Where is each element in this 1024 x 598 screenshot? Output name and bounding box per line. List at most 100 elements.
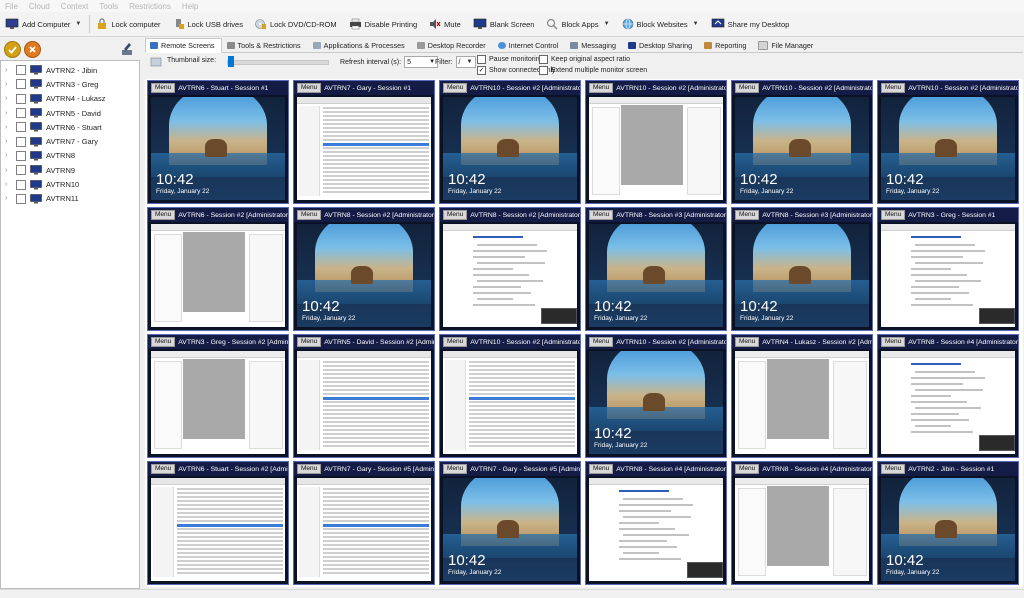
session-menu-button[interactable]: Menu xyxy=(443,337,468,347)
session-screen[interactable] xyxy=(151,478,285,581)
expand-icon[interactable]: › xyxy=(5,81,13,88)
computer-checkbox[interactable] xyxy=(16,193,26,204)
session-menu-button[interactable]: Menu xyxy=(881,337,906,347)
session-menu-button[interactable]: Menu xyxy=(881,464,906,474)
menu-cloud[interactable]: Cloud xyxy=(24,2,56,11)
extend-monitor-option[interactable]: Extend multiple monitor screen xyxy=(539,66,647,75)
session-screen[interactable] xyxy=(297,478,431,581)
session-menu-button[interactable]: Menu xyxy=(151,210,176,220)
session-menu-button[interactable]: Menu xyxy=(443,464,468,474)
tree-item-avtrn4[interactable]: › AVTRN4 - Lukasz xyxy=(1,92,139,106)
tree-item-avtrn11[interactable]: › AVTRN11 xyxy=(1,192,139,206)
session-menu-button[interactable]: Menu xyxy=(735,337,760,347)
computer-checkbox[interactable] xyxy=(16,93,26,104)
tab-desktop-recorder[interactable]: Desktop Recorder xyxy=(412,38,493,53)
session-thumbnail[interactable]: Menu AVTRN7 - Gary - Session #1 xyxy=(293,80,435,204)
session-thumbnail[interactable]: Menu AVTRN8 - Session #2 [Administrator] … xyxy=(439,207,581,331)
session-thumbnail[interactable]: Menu AVTRN8 - Session #4 [Administrator] … xyxy=(877,334,1019,458)
group-settings-icon[interactable] xyxy=(120,41,134,58)
session-thumbnail[interactable]: Menu AVTRN10 - Session #2 [Administrator]… xyxy=(877,80,1019,204)
menu-tools[interactable]: Tools xyxy=(94,2,124,11)
disable-printing-button[interactable]: Disable Printing xyxy=(344,13,425,35)
session-menu-button[interactable]: Menu xyxy=(151,83,176,93)
expand-icon[interactable]: › xyxy=(5,110,13,117)
tree-item-avtrn10[interactable]: › AVTRN10 xyxy=(1,177,139,191)
session-thumbnail[interactable]: Menu AVTRN10 - Session #2 [Administrator]… xyxy=(585,334,727,458)
menu-file[interactable]: File xyxy=(0,2,24,11)
expand-icon[interactable]: › xyxy=(5,195,13,202)
expand-icon[interactable]: › xyxy=(5,138,13,145)
expand-icon[interactable]: › xyxy=(5,95,13,102)
session-thumbnail[interactable]: Menu AVTRN10 - Session #2 [Administrator]… xyxy=(439,80,581,204)
session-menu-button[interactable]: Menu xyxy=(735,210,760,220)
session-menu-button[interactable]: Menu xyxy=(735,464,760,474)
mute-button[interactable]: Mute xyxy=(424,13,468,35)
keep-aspect-option[interactable]: Keep original aspect ratio xyxy=(539,55,630,64)
share-desktop-button[interactable]: Share my Desktop xyxy=(706,13,797,35)
computer-checkbox[interactable] xyxy=(16,122,26,133)
expand-icon[interactable]: › xyxy=(5,167,13,174)
session-thumbnail[interactable]: MenuAVTRN7 - Gary - Session #5 [Administ… xyxy=(439,461,581,585)
tab-internet-control[interactable]: Internet Control xyxy=(493,38,566,53)
session-thumbnail[interactable]: Menu AVTRN6 - Stuart - Session #2 [Admini… xyxy=(147,461,289,585)
session-menu-button[interactable]: Menu xyxy=(589,337,614,347)
session-screen[interactable] xyxy=(297,97,431,200)
session-thumbnail[interactable]: Menu AVTRN3 - Greg - Session #1 xyxy=(877,207,1019,331)
extend-monitor-checkbox[interactable] xyxy=(539,66,548,75)
session-menu-button[interactable]: Menu xyxy=(589,83,614,93)
keep-aspect-checkbox[interactable] xyxy=(539,55,548,64)
session-thumbnail[interactable]: Menu AVTRN8 - Session #4 [Administrator] … xyxy=(585,461,727,585)
block-websites-button[interactable]: Block Websites ▼ xyxy=(617,13,706,35)
tree-item-avtrn2[interactable]: › AVTRN2 - Jibin xyxy=(1,63,139,77)
session-menu-button[interactable]: Menu xyxy=(589,464,614,474)
session-menu-button[interactable]: Menu xyxy=(589,210,614,220)
session-menu-button[interactable]: Menu xyxy=(443,83,468,93)
show-connected-checkbox[interactable]: ✓ xyxy=(477,66,486,75)
session-screen[interactable] xyxy=(443,224,577,327)
session-thumbnail[interactable]: Menu AVTRN10 - Session #2 [Administrator] xyxy=(585,80,727,204)
session-screen[interactable] xyxy=(881,224,1015,327)
tab-reporting[interactable]: Reporting xyxy=(699,38,753,53)
session-screen[interactable]: 10:42 Friday, January 22 xyxy=(297,224,431,327)
menu-restrictions[interactable]: Restrictions xyxy=(124,2,177,11)
session-menu-button[interactable]: Menu xyxy=(297,210,322,220)
session-menu-button[interactable]: Menu xyxy=(735,83,760,93)
lock-dvd-button[interactable]: Lock DVD/CD-ROM xyxy=(250,13,344,35)
tree-item-avtrn6[interactable]: › AVTRN6 - Stuart xyxy=(1,120,139,134)
session-screen[interactable] xyxy=(443,351,577,454)
pause-monitoring-option[interactable]: Pause monitoring xyxy=(477,55,543,64)
tree-item-avtrn8[interactable]: › AVTRN8 xyxy=(1,149,139,163)
session-thumbnail[interactable]: Menu AVTRN2 - Jibin - Session #1 10:42 Frid… xyxy=(877,461,1019,585)
session-screen[interactable] xyxy=(297,351,431,454)
chevron-down-icon[interactable]: ▼ xyxy=(604,21,610,27)
session-thumbnail[interactable]: Menu AVTRN8 - Session #3 [Administrator] … xyxy=(731,207,873,331)
session-thumbnail[interactable]: Menu AVTRN5 - David - Session #2 [Adminis… xyxy=(293,334,435,458)
session-thumbnail[interactable]: Menu AVTRN8 - Session #3 [Administrator] … xyxy=(585,207,727,331)
session-thumbnail[interactable]: Menu AVTRN10 - Session #2 [Administrator] xyxy=(439,334,581,458)
deselect-all-icon[interactable] xyxy=(24,41,41,58)
computer-checkbox[interactable] xyxy=(16,165,26,176)
tab-messaging[interactable]: Messaging xyxy=(565,38,623,53)
session-screen[interactable]: 10:42 Friday, January 22 xyxy=(443,478,577,581)
menu-help[interactable]: Help xyxy=(177,2,204,11)
session-screen[interactable] xyxy=(735,478,869,581)
lock-usb-button[interactable]: Lock USB drives xyxy=(168,13,250,35)
session-menu-button[interactable]: Menu xyxy=(297,83,322,93)
tab-applications-processes[interactable]: Applications & Processes xyxy=(308,38,412,53)
tab-remote-screens[interactable]: Remote Screens xyxy=(145,38,222,53)
expand-icon[interactable]: › xyxy=(5,152,13,159)
tree-item-avtrn7[interactable]: › AVTRN7 - Gary xyxy=(1,134,139,148)
chevron-down-icon[interactable]: ▼ xyxy=(75,21,81,27)
session-screen[interactable] xyxy=(151,351,285,454)
blank-screen-button[interactable]: Blank Screen xyxy=(468,13,542,35)
add-computer-button[interactable]: Add Computer ▼ xyxy=(0,13,88,35)
lock-computer-button[interactable]: Lock computer xyxy=(91,13,167,35)
session-screen[interactable]: 10:42 Friday, January 22 xyxy=(881,97,1015,200)
session-menu-button[interactable]: Menu xyxy=(297,337,322,347)
expand-icon[interactable]: › xyxy=(5,181,13,188)
session-thumbnail[interactable]: Menu AVTRN8 - Session #2 [Administrator] … xyxy=(293,207,435,331)
menu-context[interactable]: Context xyxy=(56,2,95,11)
chevron-down-icon[interactable]: ▼ xyxy=(693,21,699,27)
session-screen[interactable] xyxy=(735,351,869,454)
session-thumbnail[interactable]: Menu AVTRN3 - Greg - Session #2 [Administ… xyxy=(147,334,289,458)
